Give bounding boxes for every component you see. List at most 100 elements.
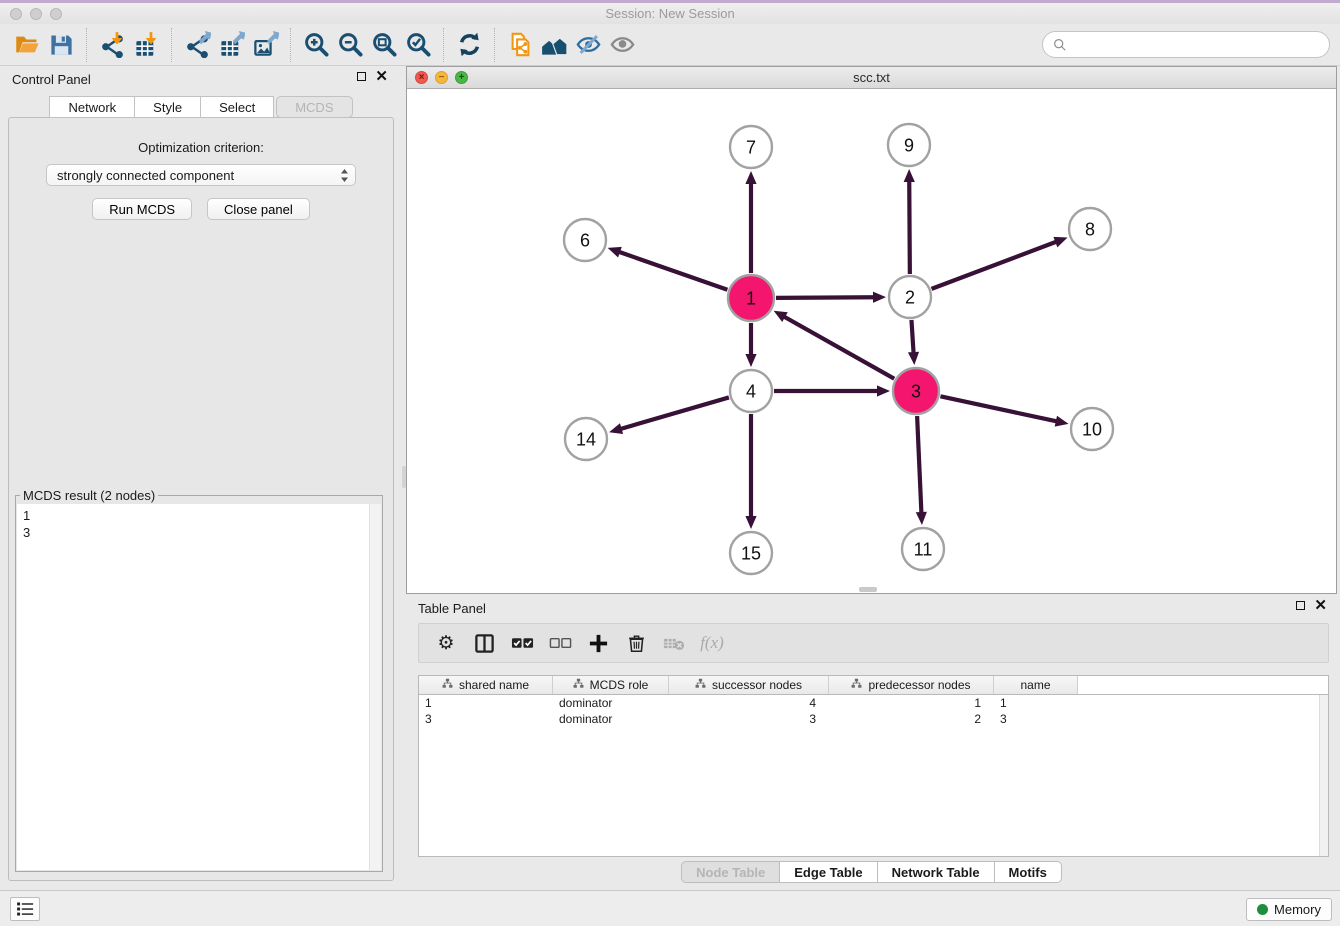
gear-icon[interactable]: ⚙ <box>429 628 463 658</box>
graph-node-9[interactable]: 9 <box>888 124 930 166</box>
graph-node-10[interactable]: 10 <box>1071 408 1113 450</box>
graph-edge-1-4[interactable] <box>745 323 756 367</box>
tab-network[interactable]: Network <box>49 96 135 118</box>
tab-edge-table[interactable]: Edge Table <box>780 861 877 883</box>
zoom-selected-icon[interactable] <box>401 29 435 61</box>
table-cell[interactable]: 3 <box>419 711 553 727</box>
graph-edge-2-9[interactable] <box>904 169 915 274</box>
deselect-all-icon[interactable] <box>543 628 577 658</box>
float-panel-icon[interactable] <box>357 72 366 81</box>
tab-select[interactable]: Select <box>201 96 274 118</box>
tab-motifs[interactable]: Motifs <box>995 861 1062 883</box>
hide-selected-icon[interactable] <box>571 29 605 61</box>
mcds-result-area[interactable]: 1 3 <box>17 504 381 870</box>
tab-mcds[interactable]: MCDS <box>276 96 352 118</box>
toolbar-separator <box>86 28 87 62</box>
graph-edge-1-7[interactable] <box>745 171 756 273</box>
table-panel-window-buttons: ✕ <box>1296 601 1327 610</box>
tab-node-table[interactable]: Node Table <box>681 861 780 883</box>
zoom-out-icon[interactable] <box>333 29 367 61</box>
memory-button[interactable]: Memory <box>1246 898 1332 921</box>
graph-edge-2-3[interactable] <box>908 320 919 365</box>
graph-node-2[interactable]: 2 <box>889 276 931 318</box>
delete-column-icon[interactable] <box>619 628 653 658</box>
graph-node-15[interactable]: 15 <box>730 532 772 574</box>
tab-network-table[interactable]: Network Table <box>878 861 995 883</box>
table-cell[interactable]: 1 <box>419 695 553 711</box>
close-panel-icon[interactable]: ✕ <box>375 72 388 81</box>
clone-network-icon[interactable] <box>503 29 537 61</box>
search-field[interactable] <box>1042 31 1330 58</box>
graph-edge-1-2[interactable] <box>776 292 886 303</box>
table-cell[interactable]: dominator <box>553 711 669 727</box>
column-header-MCDS-role[interactable]: MCDS role <box>553 676 669 694</box>
select-all-icon[interactable] <box>505 628 539 658</box>
zoom-in-icon[interactable] <box>299 29 333 61</box>
column-header-predecessor-nodes[interactable]: predecessor nodes <box>829 676 994 694</box>
save-session-icon[interactable] <box>44 29 78 61</box>
first-neighbors-icon[interactable] <box>537 29 571 61</box>
graph-node-14[interactable]: 14 <box>565 418 607 460</box>
table-row[interactable]: 1dominator411 <box>419 695 1328 711</box>
graph-edge-3-10[interactable] <box>940 396 1068 426</box>
graph-edge-4-3[interactable] <box>774 385 890 396</box>
search-icon <box>1053 38 1067 52</box>
table-row[interactable]: 3dominator323 <box>419 711 1328 727</box>
memory-label: Memory <box>1274 902 1321 917</box>
toolbar-separator <box>290 28 291 62</box>
close-table-panel-icon[interactable]: ✕ <box>1314 601 1327 610</box>
optimization-criterion-select[interactable]: strongly connected component <box>46 164 356 186</box>
graph-edge-4-14[interactable] <box>609 397 729 434</box>
graph-node-7[interactable]: 7 <box>730 126 772 168</box>
graph-node-1[interactable]: 1 <box>728 275 774 321</box>
graph-node-3[interactable]: 3 <box>893 368 939 414</box>
show-all-icon[interactable] <box>605 29 639 61</box>
graph-node-8[interactable]: 8 <box>1069 208 1111 250</box>
graph-edge-3-1[interactable] <box>774 311 895 379</box>
network-graph-canvas[interactable]: 7 9 6 8 1 2 4 3 14 10 15 11 <box>407 89 1336 593</box>
graph-edge-2-8[interactable] <box>932 237 1068 289</box>
graph-node-4[interactable]: 4 <box>730 370 772 412</box>
graph-edge-1-6[interactable] <box>608 247 728 290</box>
tab-style[interactable]: Style <box>135 96 201 118</box>
refresh-layout-icon[interactable] <box>452 29 486 61</box>
table-cell[interactable]: 4 <box>669 695 829 711</box>
table-cell[interactable]: 1 <box>994 695 1078 711</box>
table-cell[interactable]: 3 <box>994 711 1078 727</box>
import-table-icon[interactable] <box>129 29 163 61</box>
task-history-button[interactable] <box>10 897 40 921</box>
network-view-window: × − + scc.txt 7 9 6 8 1 2 4 3 14 10 15 11 <box>406 66 1337 594</box>
mcds-result-scrollbar[interactable] <box>369 504 381 870</box>
svg-text:2: 2 <box>905 287 915 307</box>
table-scrollbar[interactable] <box>1319 695 1328 856</box>
export-network-icon[interactable] <box>180 29 214 61</box>
close-panel-button[interactable]: Close panel <box>207 198 310 220</box>
svg-text:10: 10 <box>1082 419 1102 439</box>
table-toolbar: ⚙f(x) <box>418 623 1329 663</box>
add-column-icon[interactable] <box>581 628 615 658</box>
toolbar-separator <box>494 28 495 62</box>
table-cell[interactable]: 3 <box>669 711 829 727</box>
graph-edge-4-15[interactable] <box>745 414 756 529</box>
run-mcds-button[interactable]: Run MCDS <box>92 198 192 220</box>
table-cell[interactable]: dominator <box>553 695 669 711</box>
table-cell[interactable]: 1 <box>829 695 994 711</box>
column-header-shared-name[interactable]: shared name <box>419 676 553 694</box>
zoom-fit-icon[interactable] <box>367 29 401 61</box>
column-header-successor-nodes[interactable]: successor nodes <box>669 676 829 694</box>
graph-node-11[interactable]: 11 <box>902 528 944 570</box>
search-input[interactable] <box>1073 37 1319 52</box>
network-window-titlebar[interactable]: × − + scc.txt <box>407 67 1336 89</box>
graph-node-6[interactable]: 6 <box>564 219 606 261</box>
network-hscroll-nub[interactable] <box>859 587 877 592</box>
graph-edge-3-11[interactable] <box>916 416 927 525</box>
column-header-name[interactable]: name <box>994 676 1078 694</box>
export-image-icon[interactable] <box>248 29 282 61</box>
control-panel-title: Control Panel <box>12 72 91 87</box>
export-table-icon[interactable] <box>214 29 248 61</box>
table-cell[interactable]: 2 <box>829 711 994 727</box>
open-session-icon[interactable] <box>10 29 44 61</box>
import-network-icon[interactable] <box>95 29 129 61</box>
float-table-panel-icon[interactable] <box>1296 601 1305 610</box>
split-columns-icon[interactable] <box>467 628 501 658</box>
